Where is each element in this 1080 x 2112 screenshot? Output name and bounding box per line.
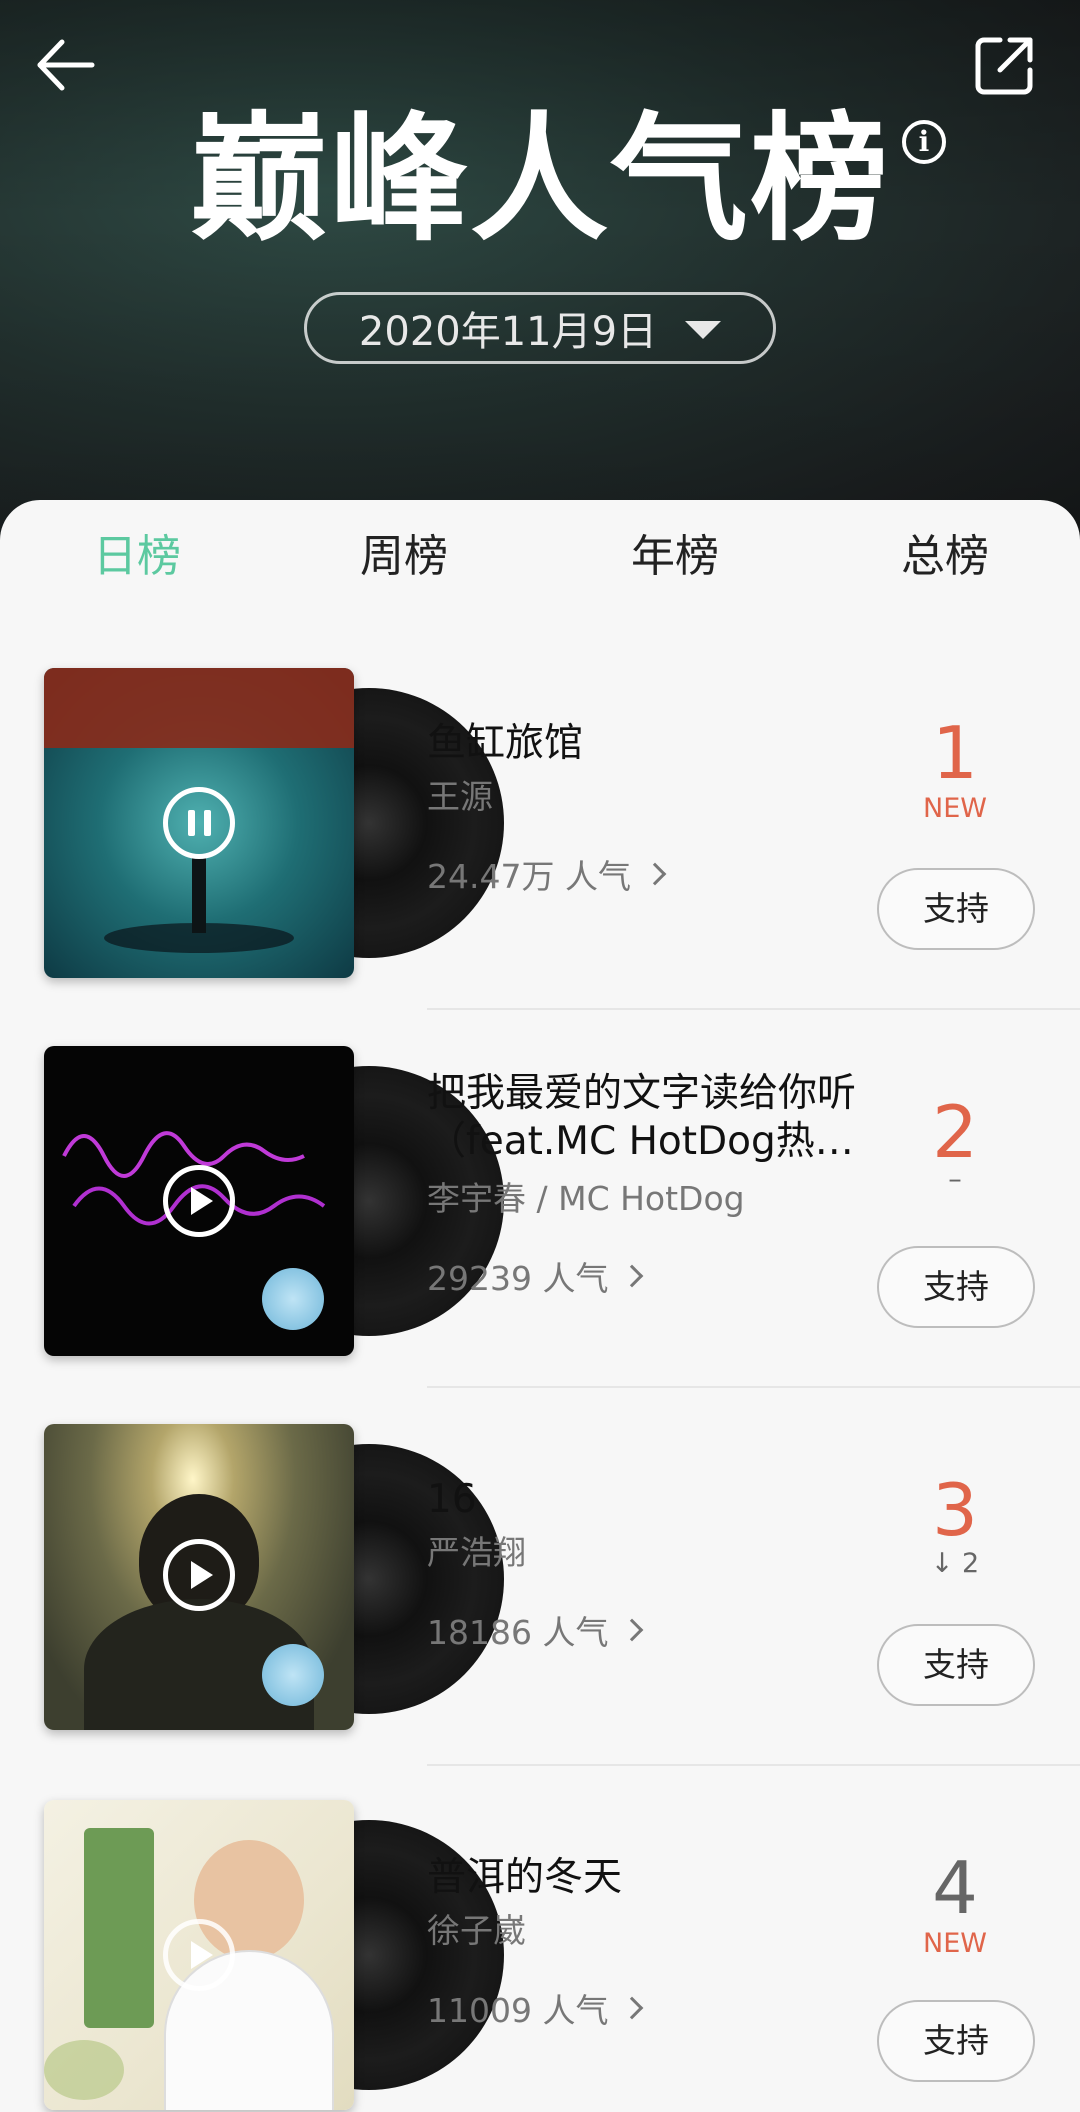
divider <box>427 1764 1080 1766</box>
support-button[interactable]: 支持 <box>877 868 1035 950</box>
rank-change: NEW <box>923 1928 987 1959</box>
song-title[interactable]: 16 <box>427 1476 887 1524</box>
tab-bar: 日榜 周榜 年榜 总榜 <box>0 500 1080 610</box>
info-icon[interactable]: i <box>902 120 946 164</box>
popularity-link[interactable]: 29239 人气 <box>427 1252 644 1300</box>
pause-icon[interactable] <box>163 787 235 859</box>
chevron-right-icon <box>621 1618 644 1642</box>
rank-number: 3 <box>932 1468 978 1552</box>
album-cover[interactable] <box>44 1046 504 1356</box>
artist-name[interactable]: 徐子崴 <box>427 1904 526 1952</box>
rank-change: ↓ 2 <box>930 1548 980 1579</box>
song-title[interactable]: 把我最爱的文字读给你听（feat.MC HotDog热… <box>427 1070 887 1166</box>
artist-name[interactable]: 李宇春 / MC HotDog <box>427 1172 745 1220</box>
chevron-right-icon <box>621 1264 644 1288</box>
tab-weekly[interactable]: 周榜 <box>304 520 504 584</box>
album-cover[interactable] <box>44 1424 504 1734</box>
popularity-value: 11009 人气 <box>427 1991 609 2030</box>
tab-yearly[interactable]: 年榜 <box>575 520 775 584</box>
artist-name[interactable]: 王源 <box>427 770 493 818</box>
rank-number: 4 <box>932 1846 978 1930</box>
tab-overall[interactable]: 总榜 <box>845 520 1045 584</box>
popularity-value: 29239 人气 <box>427 1259 609 1298</box>
list-item[interactable]: 把我最爱的文字读给你听（feat.MC HotDog热… 李宇春 / MC Ho… <box>0 1046 1080 1424</box>
popularity-value: 18186 人气 <box>427 1613 609 1652</box>
rank-number: 2 <box>932 1090 978 1174</box>
play-icon[interactable] <box>163 1919 235 1991</box>
date-selector[interactable]: 2020年11月9日 <box>304 292 776 364</box>
popularity-link[interactable]: 24.47万 人气 <box>427 850 667 898</box>
support-button[interactable]: 支持 <box>877 1246 1035 1328</box>
album-cover[interactable] <box>44 668 504 978</box>
rank-change: – <box>948 1164 962 1195</box>
divider <box>427 1008 1080 1010</box>
play-icon[interactable] <box>163 1165 235 1237</box>
share-icon[interactable] <box>970 30 1040 100</box>
rank-number: 1 <box>932 711 978 795</box>
support-button[interactable]: 支持 <box>877 2000 1035 2082</box>
chevron-right-icon <box>621 1996 644 2020</box>
popularity-link[interactable]: 11009 人气 <box>427 1984 644 2032</box>
song-title[interactable]: 普洱的冬天 <box>427 1854 887 1902</box>
popularity-link[interactable]: 18186 人气 <box>427 1606 644 1654</box>
album-cover[interactable] <box>44 1800 504 2110</box>
artist-name[interactable]: 严浩翔 <box>427 1526 526 1574</box>
date-label: 2020年11月9日 <box>358 309 658 355</box>
list-item[interactable]: 16 严浩翔 18186 人气 3 ↓ 2 支持 <box>0 1424 1080 1802</box>
chart-card: 日榜 周榜 年榜 总榜 鱼缸旅馆 王源 24.47万 人气 1 NEW 支持 把… <box>0 500 1080 2112</box>
back-arrow-icon[interactable] <box>30 30 100 100</box>
popularity-value: 24.47万 人气 <box>427 857 631 896</box>
support-button[interactable]: 支持 <box>877 1624 1035 1706</box>
list-item[interactable]: 鱼缸旅馆 王源 24.47万 人气 1 NEW 支持 <box>0 668 1080 1046</box>
chevron-right-icon <box>643 862 667 886</box>
song-title[interactable]: 鱼缸旅馆 <box>427 720 887 768</box>
rank-change: NEW <box>923 793 987 824</box>
tab-daily[interactable]: 日榜 <box>37 520 237 584</box>
play-icon[interactable] <box>163 1539 235 1611</box>
caret-down-icon <box>685 321 722 339</box>
list-item[interactable]: 普洱的冬天 徐子崴 11009 人气 4 NEW 支持 <box>0 1800 1080 2112</box>
divider <box>427 1386 1080 1388</box>
header-banner: 巅峰人气榜 i 2020年11月9日 <box>0 0 1080 540</box>
